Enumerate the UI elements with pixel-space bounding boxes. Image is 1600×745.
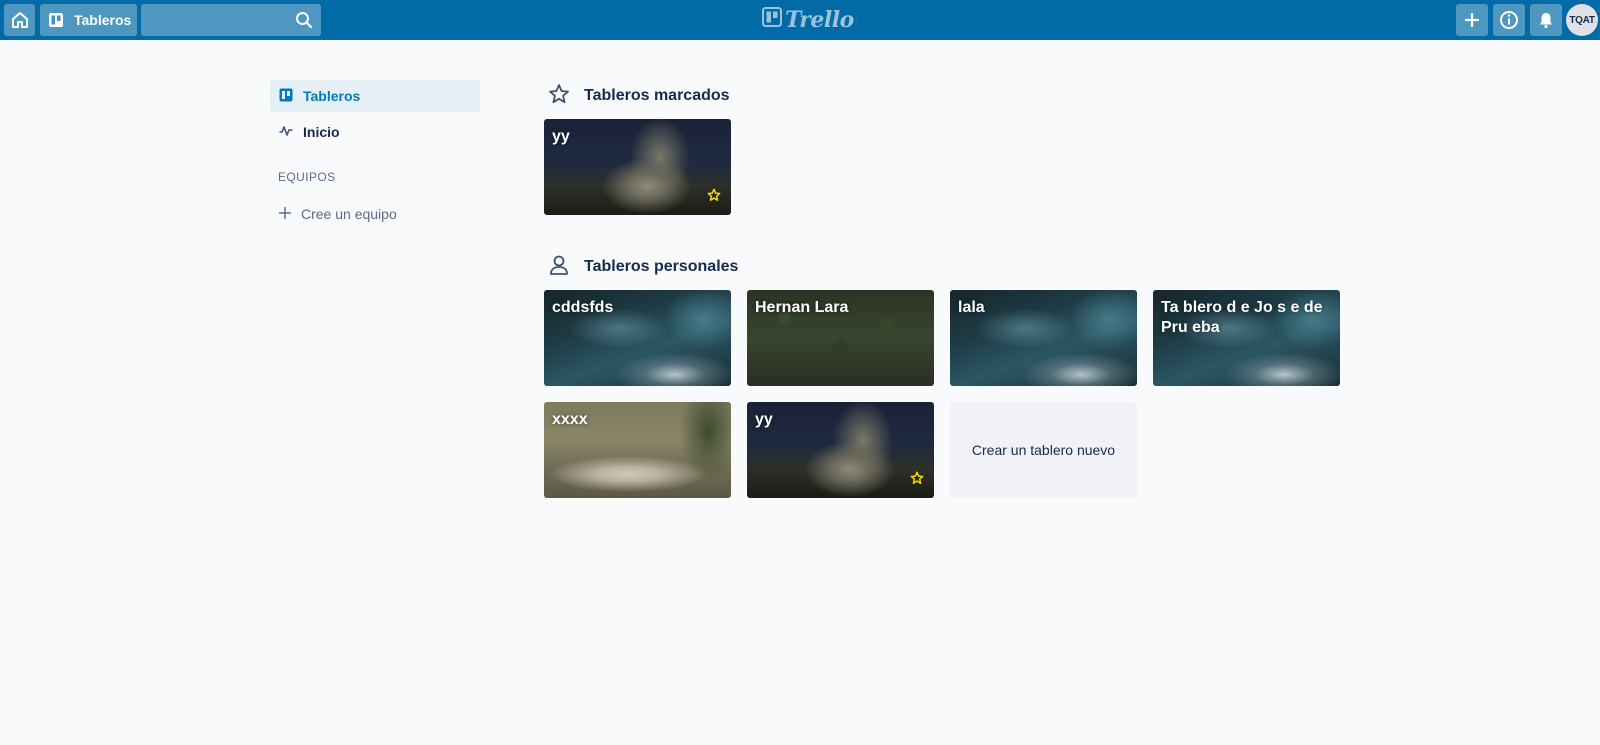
board-title: lala: [958, 299, 985, 316]
trello-logo[interactable]: Trello: [762, 7, 854, 33]
create-board-button[interactable]: Crear un tablero nuevo: [950, 402, 1137, 498]
board-icon: [279, 88, 293, 105]
star-outline-icon: [548, 83, 570, 110]
personal-boards-heading: Tableros personales: [548, 254, 738, 280]
board-icon: [48, 12, 64, 28]
board-title: yy: [755, 411, 773, 428]
teams-section-title: EQUIPOS: [278, 170, 336, 184]
boards-button-label: Tableros: [74, 12, 132, 28]
avatar[interactable]: TQAT: [1566, 4, 1598, 36]
star-icon[interactable]: [910, 471, 924, 490]
create-button[interactable]: [1456, 4, 1488, 36]
bell-icon: [1538, 11, 1554, 29]
board-title: yy: [552, 128, 570, 145]
create-team-label: Cree un equipo: [301, 206, 397, 222]
sidebar-item-label: Inicio: [303, 124, 340, 140]
info-button[interactable]: [1493, 4, 1525, 36]
top-header: Tableros Trello TQAT: [0, 0, 1600, 40]
sidebar-item-boards[interactable]: Tableros: [270, 80, 480, 112]
board-title: xxxx: [552, 411, 588, 428]
board-tile[interactable]: Hernan Lara: [747, 290, 934, 386]
plus-icon: [1463, 11, 1481, 29]
activity-icon: [279, 124, 293, 141]
home-button[interactable]: [4, 4, 35, 36]
star-icon[interactable]: [707, 188, 721, 207]
person-icon: [548, 254, 570, 281]
board-tile[interactable]: lala: [950, 290, 1137, 386]
boards-button[interactable]: Tableros: [40, 4, 137, 36]
sidebar-item-label: Tableros: [303, 88, 361, 104]
create-board-label: Crear un tablero nuevo: [971, 442, 1116, 458]
board-tile[interactable]: xxxx: [544, 402, 731, 498]
info-icon: [1499, 10, 1519, 30]
section-title: Tableros personales: [584, 258, 739, 275]
plus-icon: [278, 206, 292, 223]
starred-boards-heading: Tableros marcados: [548, 83, 730, 109]
board-tile[interactable]: yy: [747, 402, 934, 498]
board-title: Ta blero d e Jo s e de Pru eba: [1161, 299, 1323, 336]
home-icon: [11, 11, 29, 29]
notifications-button[interactable]: [1530, 4, 1562, 36]
board-title: Hernan Lara: [755, 299, 849, 316]
search-icon: [295, 11, 313, 29]
logo-board-icon: [762, 7, 782, 33]
create-team-button[interactable]: Cree un equipo: [278, 204, 397, 224]
board-tile[interactable]: yy: [544, 119, 731, 215]
board-tile[interactable]: Ta blero d e Jo s e de Pru eba: [1153, 290, 1340, 386]
search-input[interactable]: [141, 4, 321, 36]
section-title: Tableros marcados: [584, 87, 730, 104]
logo-text: Trello: [785, 7, 854, 33]
board-title: cddsfds: [552, 299, 614, 316]
sidebar-item-home[interactable]: Inicio: [270, 116, 480, 148]
board-tile[interactable]: cddsfds: [544, 290, 731, 386]
